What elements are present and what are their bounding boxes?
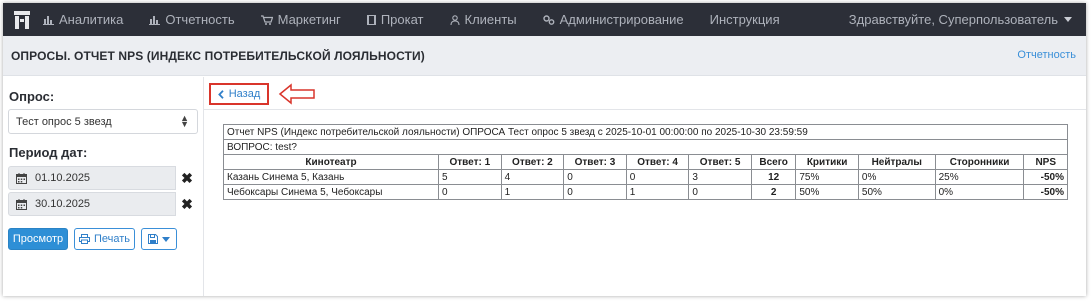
- chevron-left-icon: [217, 89, 224, 99]
- table-cell: 1: [625, 184, 690, 200]
- nav-item-admin[interactable]: Администрирование: [542, 12, 684, 27]
- table-row: Чебоксары Синема 5, Чебоксары 0 1 0 1 0 …: [222, 184, 1068, 200]
- column-header: Ответ: 4: [625, 154, 690, 170]
- column-header: NPS: [1023, 154, 1068, 170]
- clear-date-to-icon[interactable]: ✖: [176, 192, 198, 216]
- nps-report-table: Отчет NPS (Индекс потребительской лояльн…: [222, 124, 1068, 200]
- table-cell: -50%: [1023, 184, 1068, 200]
- survey-select[interactable]: Тест опрос 5 звезд ▲ ▼: [8, 109, 198, 134]
- table-cell: 0: [688, 184, 752, 200]
- nav-item-label: Администрирование: [559, 12, 684, 27]
- nav-item-rental[interactable]: Прокат: [366, 12, 424, 27]
- report-question: ВОПРОС: test?: [223, 139, 1068, 155]
- column-header: Нейтралы: [857, 154, 936, 170]
- table-cell: 4: [500, 169, 565, 185]
- user-menu[interactable]: Здравствуйте, Суперпользователь: [849, 3, 1072, 36]
- table-cell: -50%: [1023, 169, 1068, 185]
- table-cell: 0: [563, 169, 627, 185]
- cart-icon: [260, 14, 273, 25]
- table-cell: 1: [500, 184, 565, 200]
- column-header: Сторонники: [934, 154, 1025, 170]
- print-button[interactable]: Печать: [74, 228, 135, 250]
- annotation-arrow-icon: [278, 83, 316, 108]
- export-dropdown-button[interactable]: [141, 228, 177, 250]
- page-title: ОПРОСЫ. ОТЧЕТ NPS (ИНДЕКС ПОТРЕБИТЕЛЬСКО…: [11, 48, 425, 63]
- nav-item-label: Маркетинг: [277, 12, 341, 27]
- caret-down-icon: [162, 236, 170, 242]
- app-window: Аналитика Отчетность Маркетинг Прокат Кл…: [3, 3, 1086, 296]
- table-cell: Казань Синема 5, Казань: [222, 169, 440, 185]
- date-to-input[interactable]: 30.10.2025: [8, 192, 176, 216]
- nav-item-label: Прокат: [380, 12, 424, 27]
- table-cell: 50%: [857, 184, 936, 200]
- survey-label: Опрос:: [9, 89, 55, 104]
- nav-item-label: Аналитика: [59, 12, 124, 27]
- period-label: Период дат:: [9, 145, 88, 160]
- table-cell: 75%: [795, 169, 859, 185]
- nav-item-reports[interactable]: Отчетность: [149, 12, 235, 27]
- report-title-row: Отчет NPS (Индекс потребительской лояльн…: [223, 124, 1068, 140]
- table-cell: 25%: [934, 169, 1025, 185]
- table-cell: 3: [688, 169, 752, 185]
- table-cell: 0%: [857, 169, 936, 185]
- column-header: Ответ: 1: [438, 154, 502, 170]
- caret-down-icon: [1064, 17, 1072, 22]
- report-question-row: ВОПРОС: test?: [223, 139, 1068, 155]
- column-header: Всего: [750, 154, 797, 170]
- nav-item-marketing[interactable]: Маркетинг: [260, 12, 341, 27]
- user-icon: [449, 14, 460, 25]
- table-cell: 0: [563, 184, 627, 200]
- back-button[interactable]: Назад: [209, 83, 269, 105]
- clear-date-from-icon[interactable]: ✖: [176, 166, 198, 190]
- column-header: Ответ: 5: [688, 154, 752, 170]
- column-header: Кинотеатр: [222, 154, 440, 170]
- table-cell: 5: [438, 169, 502, 185]
- nav-item-label: Инструкция: [709, 12, 780, 27]
- column-header: Критики: [795, 154, 859, 170]
- nav-item-clients[interactable]: Клиенты: [449, 12, 517, 27]
- sort-arrows-icon: ▲ ▼: [180, 113, 189, 129]
- filter-sidebar: Опрос: Тест опрос 5 звезд ▲ ▼ Период дат:…: [3, 77, 204, 296]
- page-header: ОПРОСЫ. ОТЧЕТ NPS (ИНДЕКС ПОТРЕБИТЕЛЬСКО…: [3, 36, 1086, 76]
- survey-select-value: Тест опрос 5 звезд: [16, 115, 112, 128]
- table-cell: 2: [750, 184, 797, 200]
- film-icon: [366, 14, 376, 25]
- top-navbar: Аналитика Отчетность Маркетинг Прокат Кл…: [3, 3, 1086, 36]
- date-to-field: 30.10.2025 ✖: [8, 192, 198, 216]
- bar-chart-icon: [43, 15, 54, 25]
- view-button[interactable]: Просмотр: [8, 228, 68, 250]
- nav-item-label: Клиенты: [464, 12, 517, 27]
- table-cell: 0%: [934, 184, 1025, 200]
- floppy-disk-icon: [148, 234, 158, 244]
- breadcrumb-link-reports[interactable]: Отчетность: [1017, 49, 1076, 61]
- user-greeting: Здравствуйте, Суперпользователь: [848, 12, 1058, 27]
- divider: [204, 109, 1086, 110]
- date-to-value: 30.10.2025: [35, 198, 91, 210]
- table-header-row: Кинотеатр Ответ: 1 Ответ: 2 Ответ: 3 Отв…: [222, 154, 1068, 170]
- table-cell: Чебоксары Синема 5, Чебоксары: [222, 184, 440, 200]
- nav-item-instructions[interactable]: Инструкция: [710, 12, 780, 27]
- table-cell: 0: [625, 169, 690, 185]
- calendar-icon: [16, 198, 27, 210]
- calendar-icon: [16, 172, 27, 184]
- nav-item-label: Отчетность: [165, 12, 235, 27]
- print-button-label: Печать: [93, 233, 131, 245]
- cogs-icon: [542, 14, 555, 25]
- column-header: Ответ: 3: [563, 154, 627, 170]
- nav-item-analytics[interactable]: Аналитика: [43, 12, 123, 27]
- date-from-value: 01.10.2025: [35, 172, 91, 184]
- action-buttons: Просмотр Печать: [8, 228, 183, 250]
- bar-chart-icon: [149, 15, 161, 25]
- print-icon: [78, 234, 90, 244]
- date-from-field: 01.10.2025 ✖: [8, 166, 198, 190]
- column-header: Ответ: 2: [500, 154, 565, 170]
- table-cell: 12: [750, 169, 797, 185]
- report-title: Отчет NPS (Индекс потребительской лояльн…: [223, 124, 1068, 140]
- date-from-input[interactable]: 01.10.2025: [8, 166, 176, 190]
- back-button-label: Назад: [228, 88, 261, 100]
- table-cell: 0: [438, 184, 502, 200]
- table-cell: 50%: [795, 184, 859, 200]
- table-row: Казань Синема 5, Казань 5 4 0 0 3 12 75%…: [222, 169, 1068, 185]
- brand-logo-icon[interactable]: [11, 9, 33, 31]
